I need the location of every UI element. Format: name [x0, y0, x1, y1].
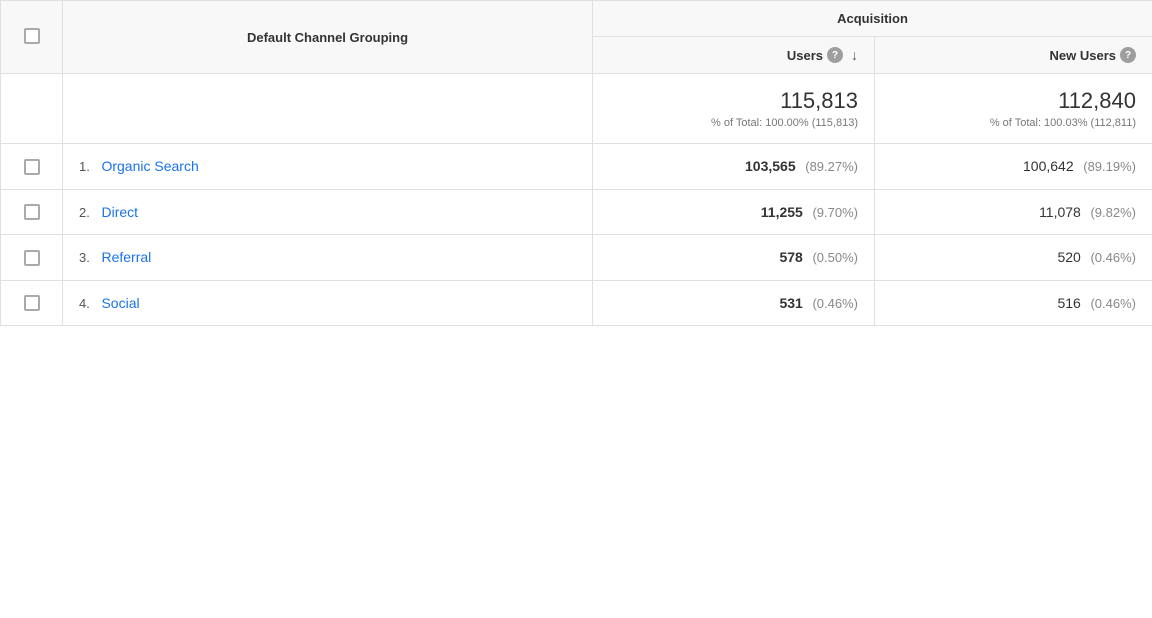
row-newusers-pct: (9.82%) — [1090, 205, 1136, 220]
totals-newusers-sub: % of Total: 100.03% (112,811) — [891, 117, 1136, 129]
row-checkbox-4[interactable] — [24, 295, 40, 311]
row-users-main: 103,565 — [745, 158, 796, 174]
row-checkbox-cell — [1, 280, 63, 326]
row-newusers-main: 100,642 — [1023, 158, 1074, 174]
row-channel-cell: 2. Direct — [63, 189, 593, 235]
row-newusers-cell: 516 (0.46%) — [875, 280, 1152, 326]
row-channel-cell: 3. Referral — [63, 235, 593, 281]
channel-link[interactable]: Referral — [101, 249, 151, 265]
channel-header-label: Default Channel Grouping — [247, 30, 408, 45]
totals-users-sub: % of Total: 100.00% (115,813) — [609, 117, 858, 129]
totals-check-cell — [1, 74, 63, 144]
totals-newusers-cell: 112,840 % of Total: 100.03% (112,811) — [875, 74, 1152, 144]
row-newusers-main: 520 — [1057, 249, 1080, 265]
row-checkbox-cell — [1, 144, 63, 190]
row-channel-cell: 1. Organic Search — [63, 144, 593, 190]
header-checkbox[interactable] — [24, 28, 40, 44]
row-newusers-main: 11,078 — [1039, 204, 1081, 220]
row-newusers-cell: 11,078 (9.82%) — [875, 189, 1152, 235]
row-checkbox-3[interactable] — [24, 250, 40, 266]
users-label: Users — [787, 48, 823, 63]
row-users-main: 11,255 — [761, 204, 803, 220]
row-newusers-cell: 520 (0.46%) — [875, 235, 1152, 281]
channel-link[interactable]: Direct — [101, 204, 138, 220]
users-column-header: Users ? ↓ — [593, 37, 875, 74]
row-number: 2. — [79, 205, 90, 220]
row-users-pct: (0.50%) — [812, 250, 858, 265]
row-number: 4. — [79, 296, 90, 311]
row-users-cell: 103,565 (89.27%) — [593, 144, 875, 190]
analytics-table: Default Channel Grouping Acquisition Use… — [0, 0, 1152, 326]
column-channel-header: Default Channel Grouping — [63, 1, 593, 74]
row-users-cell: 578 (0.50%) — [593, 235, 875, 281]
totals-users-main: 115,813 — [609, 88, 858, 114]
row-users-main: 531 — [779, 295, 802, 311]
row-users-pct: (9.70%) — [812, 205, 858, 220]
row-checkbox-2[interactable] — [24, 204, 40, 220]
table-row: 3. Referral 578 (0.50%) 520 (0.46%) — [1, 235, 1152, 281]
header-row-1: Default Channel Grouping Acquisition — [1, 1, 1152, 37]
acquisition-header: Acquisition — [593, 1, 1152, 37]
users-sort-arrow[interactable]: ↓ — [851, 47, 858, 63]
row-users-cell: 531 (0.46%) — [593, 280, 875, 326]
totals-newusers-main: 112,840 — [891, 88, 1136, 114]
row-newusers-cell: 100,642 (89.19%) — [875, 144, 1152, 190]
newusers-column-header: New Users ? — [875, 37, 1152, 74]
row-number: 1. — [79, 159, 90, 174]
table-row: 4. Social 531 (0.46%) 516 (0.46%) — [1, 280, 1152, 326]
users-help-icon[interactable]: ? — [827, 47, 843, 63]
row-newusers-pct: (0.46%) — [1090, 296, 1136, 311]
totals-channel-cell — [63, 74, 593, 144]
row-checkbox-cell — [1, 189, 63, 235]
row-users-cell: 11,255 (9.70%) — [593, 189, 875, 235]
acquisition-label: Acquisition — [837, 11, 908, 26]
row-newusers-main: 516 — [1057, 295, 1080, 311]
totals-users-cell: 115,813 % of Total: 100.00% (115,813) — [593, 74, 875, 144]
row-checkbox-1[interactable] — [24, 159, 40, 175]
newusers-label: New Users — [1050, 48, 1116, 63]
row-checkbox-cell — [1, 235, 63, 281]
channel-link[interactable]: Organic Search — [101, 158, 198, 174]
table-row: 1. Organic Search 103,565 (89.27%) 100,6… — [1, 144, 1152, 190]
row-channel-cell: 4. Social — [63, 280, 593, 326]
row-newusers-pct: (0.46%) — [1090, 250, 1136, 265]
channel-link[interactable]: Social — [101, 295, 139, 311]
row-users-pct: (0.46%) — [812, 296, 858, 311]
totals-row: 115,813 % of Total: 100.00% (115,813) 11… — [1, 74, 1152, 144]
row-number: 3. — [79, 250, 90, 265]
newusers-help-icon[interactable]: ? — [1120, 47, 1136, 63]
row-newusers-pct: (89.19%) — [1083, 159, 1136, 174]
table-row: 2. Direct 11,255 (9.70%) 11,078 (9.82%) — [1, 189, 1152, 235]
row-users-main: 578 — [779, 249, 802, 265]
row-users-pct: (89.27%) — [805, 159, 858, 174]
